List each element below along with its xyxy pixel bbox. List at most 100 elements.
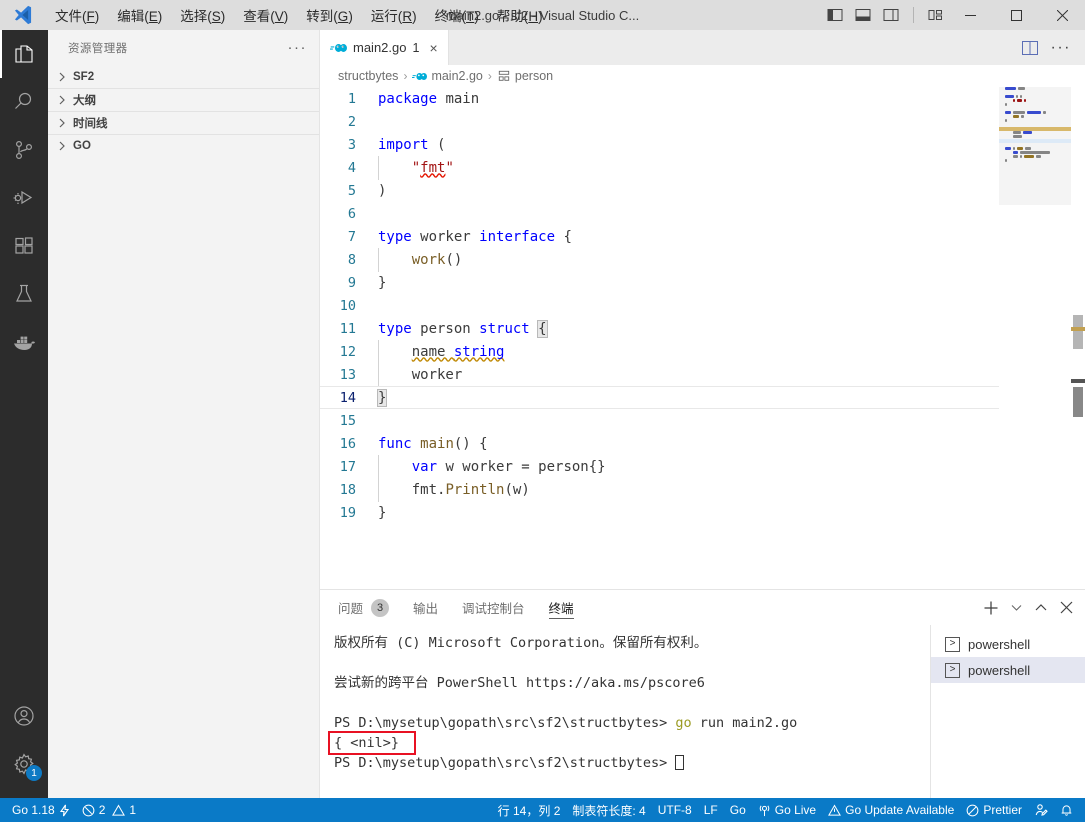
code-line[interactable]: 8 work() xyxy=(320,247,1085,272)
code-line[interactable]: 2 xyxy=(320,110,1085,133)
sidebar-section-go[interactable]: GO xyxy=(48,134,319,157)
menu-edit[interactable]: 编辑(E) xyxy=(108,1,171,29)
activity-settings[interactable]: 1 xyxy=(0,740,48,788)
code-content[interactable]: 1 package main 2 3 import (4 "fmt" 5) 6 7 type w… xyxy=(320,87,1085,524)
menu-go[interactable]: 转到(G) xyxy=(297,1,362,29)
status-go-update[interactable]: Go Update Available xyxy=(822,798,960,822)
panel-tab-output[interactable]: 输出 xyxy=(413,590,438,625)
menu-selection[interactable]: 选择(S) xyxy=(171,1,234,29)
status-go-live[interactable]: Go Live xyxy=(752,798,822,822)
editor-tab-main2-go[interactable]: main2.go 1 × xyxy=(320,30,449,65)
code-token: interface xyxy=(479,228,556,245)
code-line[interactable]: 15 xyxy=(320,409,1085,432)
activity-explorer[interactable] xyxy=(0,30,48,78)
customize-layout-icon[interactable] xyxy=(927,6,945,24)
code-line[interactable]: 6 xyxy=(320,202,1085,225)
code-editor[interactable]: 1 package main 2 3 import (4 "fmt" 5) 6 7 type w… xyxy=(320,87,1085,589)
menu-view[interactable]: 查看(V) xyxy=(234,1,297,29)
toggle-secondary-sidebar-icon[interactable] xyxy=(882,6,900,24)
status-cursor-position[interactable]: 行 14，列 2 xyxy=(492,798,567,822)
activity-docker[interactable] xyxy=(0,318,48,366)
code-line[interactable]: 1 package main xyxy=(320,87,1085,110)
status-go-version[interactable]: Go 1.18 xyxy=(6,798,76,822)
maximize-icon[interactable] xyxy=(993,0,1039,30)
status-go-live-label: Go Live xyxy=(774,803,817,817)
close-panel-icon[interactable] xyxy=(1060,601,1073,614)
line-number: 12 xyxy=(339,343,356,360)
status-encoding[interactable]: UTF-8 xyxy=(652,798,698,822)
code-line[interactable]: 14} xyxy=(320,386,1085,409)
code-line[interactable]: 9} xyxy=(320,271,1085,294)
code-line[interactable]: 17 var w worker = person{} xyxy=(320,454,1085,479)
explorer-more-actions-icon[interactable]: ··· xyxy=(288,40,308,55)
code-token: struct xyxy=(479,320,530,337)
sidebar-section-sf2[interactable]: SF2 xyxy=(48,65,319,88)
editor-more-actions-icon[interactable]: ··· xyxy=(1051,39,1071,55)
close-icon[interactable] xyxy=(1039,0,1085,30)
status-prettier[interactable]: Prettier xyxy=(960,798,1028,822)
terminal-output[interactable]: 版权所有 (C) Microsoft Corporation。保留所有权利。 尝试… xyxy=(320,625,930,798)
breadcrumb-item-symbol[interactable]: person xyxy=(497,69,553,83)
line-number: 7 xyxy=(347,228,356,245)
code-line[interactable]: 5) xyxy=(320,179,1085,202)
activity-source-control[interactable] xyxy=(0,126,48,174)
minimap-slider[interactable] xyxy=(999,87,1071,205)
panel-actions[interactable] xyxy=(983,600,1085,616)
code-line[interactable]: 13 worker xyxy=(320,362,1085,387)
menu-bar[interactable]: 文件(F) 编辑(E) 选择(S) 查看(V) 转到(G) 运行(R) 终端(T) 帮助(H) xyxy=(46,1,552,29)
scrollbar-thumb[interactable] xyxy=(1073,315,1083,349)
minimap[interactable] xyxy=(999,87,1071,589)
sidebar-section-label: SF2 xyxy=(73,70,95,83)
code-line[interactable]: 12 name string xyxy=(320,339,1085,364)
activity-extensions[interactable] xyxy=(0,222,48,270)
status-notifications[interactable] xyxy=(1054,798,1079,822)
toggle-primary-sidebar-icon[interactable] xyxy=(826,6,844,24)
window-controls[interactable] xyxy=(947,0,1085,30)
layout-controls[interactable] xyxy=(826,0,945,30)
terminal-tab[interactable]: > powershell xyxy=(931,657,1085,683)
sidebar-section-outline[interactable]: 大纲 xyxy=(48,88,319,111)
code-line[interactable]: 10 xyxy=(320,294,1085,317)
panel-tab-terminal[interactable]: 终端 xyxy=(548,590,574,625)
code-line[interactable]: 3 import ( xyxy=(320,133,1085,156)
chevron-down-icon[interactable] xyxy=(1011,602,1022,613)
toggle-panel-icon[interactable] xyxy=(854,6,872,24)
code-line[interactable]: 4 "fmt" xyxy=(320,155,1085,180)
code-line[interactable]: 18 fmt.Println(w) xyxy=(320,477,1085,502)
menu-file[interactable]: 文件(F) xyxy=(46,1,108,29)
activity-account[interactable] xyxy=(0,692,48,740)
breadcrumb: structbytes › main2.go › person xyxy=(320,65,1085,87)
breadcrumb-item-file[interactable]: main2.go xyxy=(412,69,483,83)
sidebar-section-timeline[interactable]: 时间线 xyxy=(48,111,319,134)
status-language-mode[interactable]: Go xyxy=(724,798,752,822)
menu-run[interactable]: 运行(R) xyxy=(362,1,426,29)
panel-tabs[interactable]: 问题 3 输出 调试控制台 终端 xyxy=(338,590,598,625)
terminal-row: PS D:\mysetup\gopath\src\sf2\structbytes… xyxy=(334,753,930,773)
editor-vertical-scrollbar[interactable] xyxy=(1071,87,1085,589)
status-tab-size[interactable]: 制表符长度: 4 xyxy=(566,798,651,822)
minimize-icon[interactable] xyxy=(947,0,993,30)
activity-run-and-debug[interactable] xyxy=(0,174,48,222)
code-line[interactable]: 19} xyxy=(320,501,1085,524)
status-eol[interactable]: LF xyxy=(698,798,724,822)
panel-tab-debug-console[interactable]: 调试控制台 xyxy=(462,590,525,625)
code-token xyxy=(378,454,412,479)
split-editor-icon[interactable] xyxy=(1021,40,1039,56)
menu-terminal[interactable]: 终端(T) xyxy=(426,1,488,29)
code-line[interactable]: 16 func main() { xyxy=(320,432,1085,455)
status-problems[interactable]: 2 1 xyxy=(76,798,142,822)
code-line[interactable]: 11 type person struct { xyxy=(320,317,1085,340)
activity-testing[interactable] xyxy=(0,270,48,318)
status-feedback[interactable] xyxy=(1028,798,1054,822)
activity-search[interactable] xyxy=(0,78,48,126)
add-terminal-icon[interactable] xyxy=(983,600,999,616)
menu-help[interactable]: 帮助(H) xyxy=(488,1,552,29)
breadcrumb-item-folder[interactable]: structbytes xyxy=(338,69,398,83)
close-icon[interactable]: × xyxy=(429,41,437,55)
maximize-panel-icon[interactable] xyxy=(1034,601,1048,615)
terminal-tab[interactable]: > powershell xyxy=(931,631,1085,657)
terminal-tabs-list[interactable]: > powershell > powershell xyxy=(930,625,1085,798)
code-line[interactable]: 7 type worker interface { xyxy=(320,225,1085,248)
panel-tab-problems[interactable]: 问题 3 xyxy=(338,590,390,625)
line-number: 15 xyxy=(339,412,356,429)
